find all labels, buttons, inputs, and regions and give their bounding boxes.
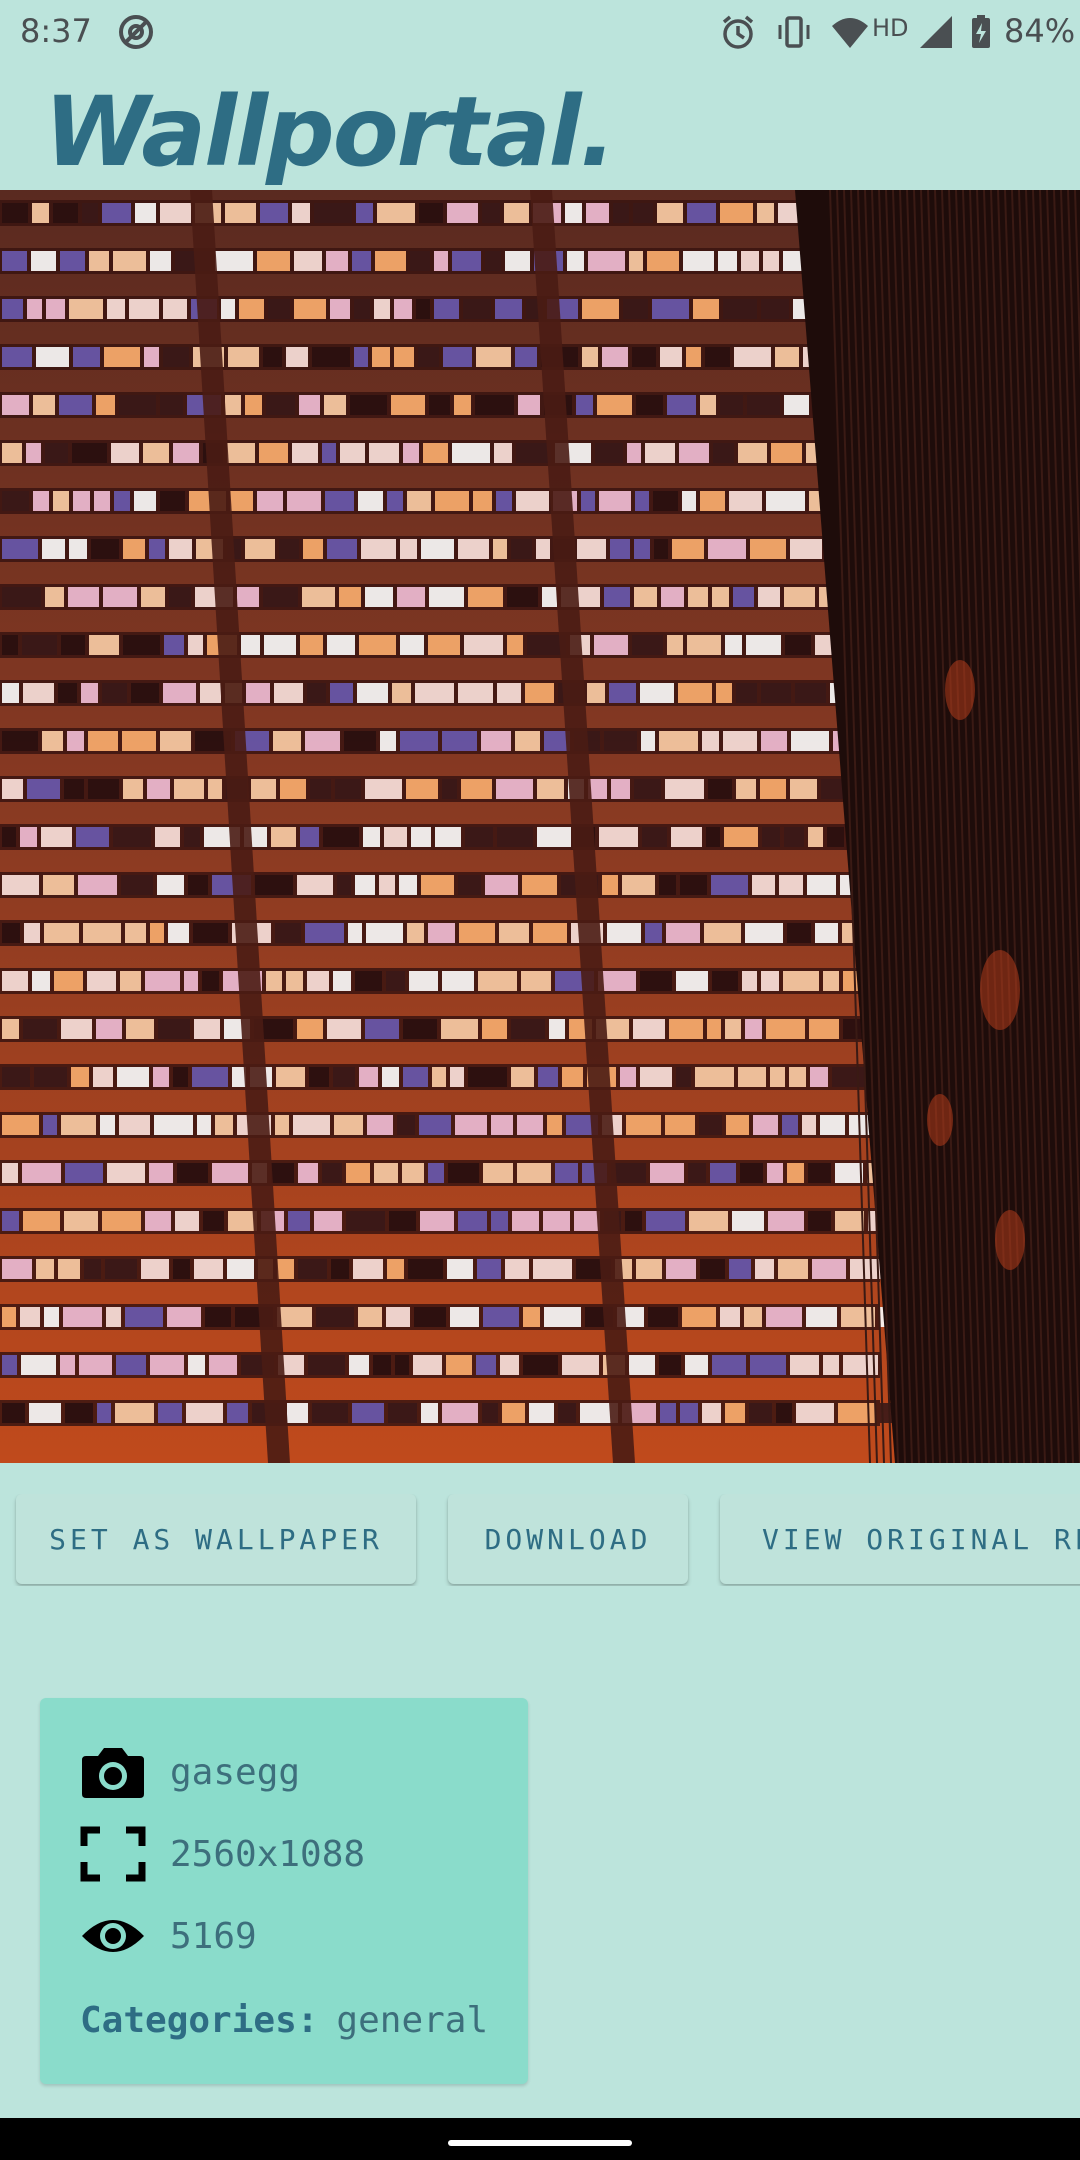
camera-icon [80,1744,146,1800]
alarm-icon [718,12,758,52]
app-title: Wallportal. [44,76,616,188]
download-button[interactable]: DOWNLOAD [448,1494,688,1584]
author-name: gasegg [170,1751,301,1793]
categories-label: Categories: [80,1999,319,2041]
fullscreen-icon [80,1826,146,1882]
signal-icon [916,12,956,52]
wifi-icon [830,12,870,52]
vibrate-icon [774,12,814,52]
wallpaper-preview-image[interactable] [0,190,1080,1463]
set-as-wallpaper-button[interactable]: SET AS WALLPAPER [16,1494,416,1584]
do-not-disturb-icon [116,12,156,52]
eye-icon [80,1908,146,1964]
categories-value[interactable]: general [336,2000,488,2041]
battery-charging-icon [960,12,1000,52]
wallpaper-info-card: gasegg 2560x1088 5169 Categories: genera… [40,1698,528,2084]
resolution-row: 2560x1088 [80,1822,365,1886]
network-type-label: HD [872,14,909,42]
status-time: 8:37 [20,12,92,50]
view-original-button[interactable]: VIEW ORIGINAL RE [720,1494,1080,1584]
author-row: gasegg [80,1740,300,1804]
views-row: 5169 [80,1904,257,1968]
action-buttons-row: SET AS WALLPAPER DOWNLOAD VIEW ORIGINAL … [0,1494,1080,1586]
battery-percent: 84% [1004,12,1076,50]
categories-row: Categories: general [80,1988,488,2052]
navigation-bar [0,2118,1080,2160]
views-count: 5169 [170,1915,257,1957]
status-bar: 8:37 HD 84% [0,0,1080,64]
resolution-value: 2560x1088 [170,1833,366,1875]
home-gesture-handle[interactable] [448,2140,632,2146]
